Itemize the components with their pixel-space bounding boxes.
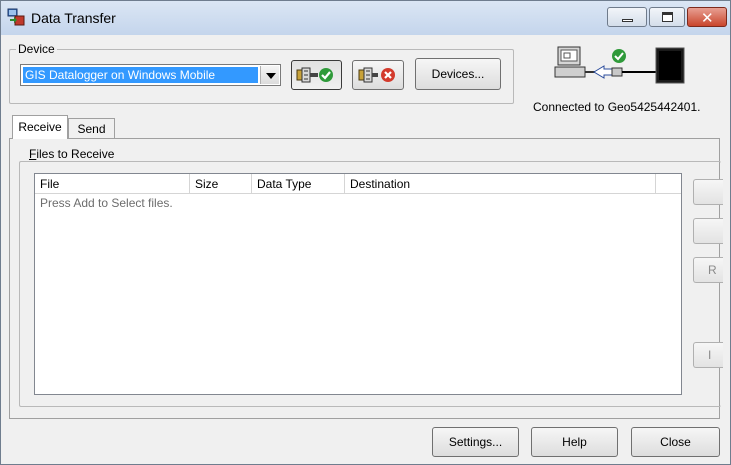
- connect-icon: [296, 67, 333, 83]
- tab-receive-label: Receive: [18, 120, 62, 134]
- column-header-size[interactable]: Size: [190, 174, 252, 194]
- files-list-empty-message: Press Add to Select files.: [40, 196, 173, 210]
- disconnect-icon: [358, 67, 395, 83]
- help-button-label: Help: [562, 435, 587, 449]
- column-header-data-type[interactable]: Data Type: [252, 174, 345, 194]
- device-select-value: GIS Datalogger on Windows Mobile: [23, 67, 258, 83]
- close-window-button[interactable]: ✕: [687, 7, 727, 27]
- devices-button[interactable]: Devices...: [415, 58, 501, 90]
- files-to-receive-label-rest: iles to Receive: [36, 147, 115, 161]
- column-header-destination[interactable]: Destination: [345, 174, 656, 194]
- disconnect-button[interactable]: [352, 60, 404, 90]
- files-list-header: File Size Data Type Destination: [35, 174, 681, 194]
- maximize-button[interactable]: [649, 7, 685, 27]
- files-list[interactable]: File Size Data Type Destination Press Ad…: [34, 173, 682, 395]
- devices-button-label: Devices...: [431, 67, 485, 81]
- close-button-label: Close: [660, 435, 691, 449]
- files-to-receive-label: Files to Receive: [27, 147, 117, 161]
- device-select[interactable]: GIS Datalogger on Windows Mobile: [20, 64, 281, 86]
- window-title: Data Transfer: [31, 10, 116, 26]
- help-button[interactable]: Help: [531, 427, 618, 457]
- import-button-label: I: [708, 348, 712, 362]
- title-bar[interactable]: Data Transfer ✕: [1, 1, 730, 35]
- connect-button[interactable]: [291, 60, 342, 90]
- properties-button[interactable]: R: [693, 257, 723, 283]
- tab-receive[interactable]: Receive: [12, 115, 68, 139]
- tab-send-label: Send: [77, 122, 106, 136]
- tab-send[interactable]: Send: [68, 118, 115, 139]
- connection-status-icon: [554, 46, 685, 84]
- app-icon: [7, 8, 25, 26]
- close-button[interactable]: Close: [631, 427, 720, 457]
- settings-button[interactable]: Settings...: [432, 427, 519, 457]
- data-transfer-window: Data Transfer ✕ Device GIS Datalogger on…: [0, 0, 731, 465]
- column-header-file[interactable]: File: [35, 174, 190, 194]
- maximize-icon: [662, 12, 673, 22]
- import-button[interactable]: I: [693, 342, 723, 368]
- minimize-icon: [622, 19, 633, 22]
- chevron-down-icon[interactable]: [260, 66, 279, 84]
- add-file-button[interactable]: [693, 179, 723, 205]
- properties-button-label: R: [708, 263, 717, 277]
- connection-status-text: Connected to Geo5425442401.: [533, 100, 701, 114]
- settings-button-label: Settings...: [448, 435, 503, 449]
- device-group-label: Device: [16, 42, 57, 56]
- remove-file-button[interactable]: [693, 218, 723, 244]
- close-icon: ✕: [701, 9, 714, 27]
- minimize-button[interactable]: [607, 7, 647, 27]
